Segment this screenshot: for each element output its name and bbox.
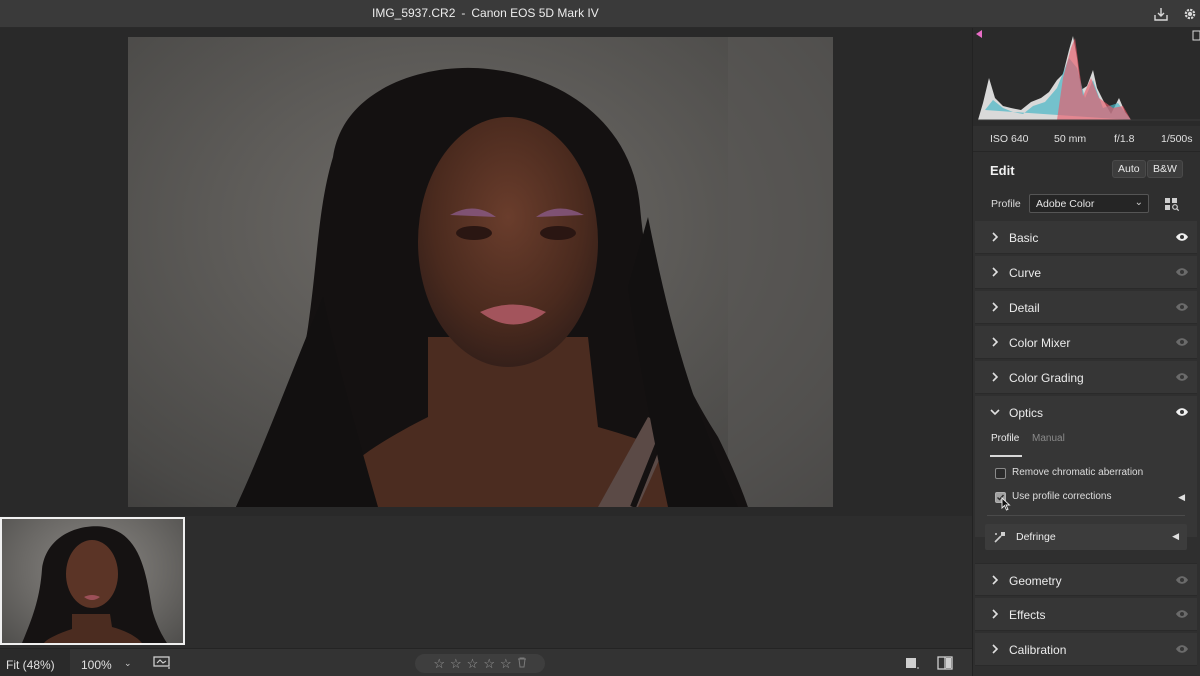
use-profile-corrections-label: Use profile corrections — [1012, 491, 1112, 502]
chevron-right-icon — [992, 644, 999, 654]
chevron-right-icon — [992, 302, 999, 312]
edit-header: Edit Auto B&W — [973, 152, 1200, 188]
tab-manual[interactable]: Manual — [1032, 433, 1065, 444]
section-color-mixer[interactable]: Color Mixer — [975, 326, 1197, 359]
defringe-label: Defringe — [1016, 531, 1056, 543]
divider — [987, 515, 1185, 516]
filmstrip-toggle-icon[interactable] — [153, 655, 171, 671]
single-view-icon[interactable] — [903, 655, 921, 671]
zoom-level-select[interactable]: 100% — [81, 658, 112, 672]
expand-triangle-icon[interactable]: ◀ — [1178, 492, 1185, 503]
section-color-grading[interactable]: Color Grading — [975, 361, 1197, 394]
active-tab-indicator — [990, 455, 1022, 457]
exif-aperture: f/1.8 — [1114, 133, 1135, 145]
histogram-graph — [976, 30, 1200, 121]
shadow-clipping-icon — [976, 30, 982, 38]
eye-icon[interactable] — [1175, 266, 1189, 278]
exif-info-bar: ISO 640 50 mm f/1.8 1/500s — [973, 126, 1200, 152]
eye-icon[interactable] — [1175, 574, 1189, 586]
section-basic[interactable]: Basic — [975, 221, 1197, 254]
eye-icon[interactable] — [1175, 231, 1189, 243]
edit-panel: ISO 640 50 mm f/1.8 1/500s Edit Auto B&W… — [972, 28, 1200, 676]
camera-model: Canon EOS 5D Mark IV — [471, 6, 599, 20]
chevron-right-icon — [992, 609, 999, 619]
chevron-right-icon — [992, 267, 999, 277]
window-title: IMG_5937.CR2- Canon EOS 5D Mark IV — [372, 6, 599, 20]
section-label: Detail — [1009, 301, 1040, 315]
chevron-right-icon — [992, 575, 999, 585]
title-separator: - — [461, 6, 466, 20]
gear-icon[interactable] — [1180, 4, 1200, 24]
exif-iso: ISO 640 — [990, 133, 1029, 145]
preview-image[interactable] — [128, 37, 833, 507]
section-geometry[interactable]: Geometry — [975, 563, 1197, 596]
chevron-right-icon — [992, 372, 999, 382]
optics-panel: Profile Manual Remove chromatic aberrati… — [975, 429, 1197, 537]
section-label: Curve — [1009, 266, 1042, 280]
star-icon[interactable]: ☆ — [483, 656, 495, 672]
thumbnail-illustration — [22, 526, 167, 643]
section-label: Geometry — [1009, 574, 1062, 588]
chevron-down-icon: ⌄ — [1134, 197, 1143, 208]
section-label: Effects — [1009, 608, 1046, 622]
chevron-down-icon[interactable]: ⌄ — [124, 658, 132, 669]
star-rating[interactable]: ☆ ☆ ☆ ☆ ☆ — [415, 654, 545, 673]
mouse-cursor-icon — [1001, 497, 1011, 511]
portrait-illustration — [236, 37, 833, 507]
section-label: Color Mixer — [1009, 336, 1071, 350]
file-name: IMG_5937.CR2 — [372, 6, 456, 20]
section-detail[interactable]: Detail — [975, 291, 1197, 324]
remove-chromatic-aberration-label: Remove chromatic aberration — [1012, 467, 1144, 478]
bottom-toolbar: Fit (48%) 100% ⌄ ☆ ☆ ☆ ☆ ☆ — [0, 648, 972, 676]
eye-icon[interactable] — [1175, 371, 1189, 383]
profile-dropdown-value: Adobe Color — [1036, 198, 1095, 210]
save-icon[interactable] — [1151, 4, 1171, 24]
eye-icon[interactable] — [1175, 643, 1189, 655]
black-white-button[interactable]: B&W — [1147, 160, 1183, 178]
compare-view-icon[interactable] — [936, 655, 954, 671]
highlight-clipping-icon — [1192, 30, 1200, 41]
section-curve[interactable]: Curve — [975, 256, 1197, 289]
eye-icon[interactable] — [1175, 406, 1189, 418]
filmstrip — [0, 516, 972, 648]
profile-row: Profile Adobe Color ⌄ — [973, 190, 1200, 218]
edit-title: Edit — [990, 163, 1015, 178]
section-label: Calibration — [1009, 643, 1067, 657]
remove-chromatic-aberration-checkbox[interactable] — [995, 468, 1006, 479]
star-icon[interactable]: ☆ — [450, 656, 462, 672]
chevron-down-icon — [990, 409, 1000, 416]
fit-zoom-button[interactable]: Fit (48%) — [0, 649, 70, 676]
chevron-right-icon — [992, 337, 999, 347]
auto-button[interactable]: Auto — [1112, 160, 1146, 178]
star-icon[interactable]: ☆ — [500, 656, 512, 672]
eye-icon[interactable] — [1175, 301, 1189, 313]
chevron-right-icon — [992, 232, 999, 242]
section-label: Optics — [1009, 406, 1044, 420]
exif-focal-length: 50 mm — [1054, 133, 1087, 145]
section-calibration[interactable]: Calibration — [975, 633, 1197, 666]
section-label: Color Grading — [1009, 371, 1084, 385]
profile-dropdown[interactable]: Adobe Color ⌄ — [1029, 194, 1149, 213]
section-label: Basic — [1009, 231, 1039, 245]
section-effects[interactable]: Effects — [975, 598, 1197, 631]
profile-label: Profile — [991, 198, 1021, 210]
star-icon[interactable]: ☆ — [433, 656, 445, 672]
star-icon[interactable]: ☆ — [467, 656, 479, 672]
histogram — [973, 28, 1200, 126]
trash-icon[interactable] — [517, 656, 527, 671]
expand-triangle-icon[interactable]: ◀ — [1172, 531, 1179, 542]
defringe-row[interactable]: Defringe ◀ — [985, 524, 1187, 550]
exif-shutter-speed: 1/500s — [1161, 133, 1193, 145]
tab-profile[interactable]: Profile — [991, 433, 1019, 444]
eye-icon[interactable] — [1175, 336, 1189, 348]
section-optics[interactable]: Optics — [975, 396, 1197, 429]
title-bar: IMG_5937.CR2- Canon EOS 5D Mark IV — [0, 0, 1200, 28]
image-workspace[interactable] — [0, 28, 972, 648]
filmstrip-thumbnail[interactable] — [0, 517, 185, 645]
profile-browser-icon[interactable] — [1164, 196, 1180, 212]
defringe-eyedropper-icon[interactable] — [993, 530, 1007, 544]
eye-icon[interactable] — [1175, 608, 1189, 620]
